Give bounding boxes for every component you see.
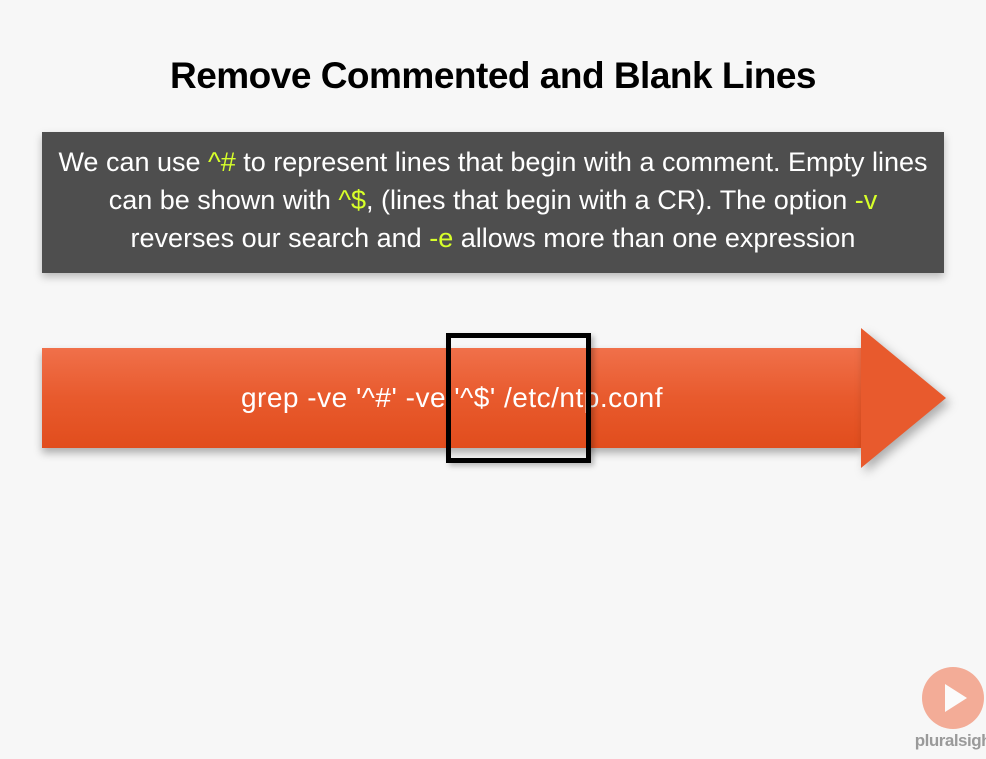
description-box: We can use ^# to represent lines that be… bbox=[42, 132, 944, 273]
desc-text-1: We can use bbox=[58, 147, 208, 177]
desc-highlight-2: ^$ bbox=[338, 185, 366, 215]
desc-highlight-1: ^# bbox=[208, 147, 236, 177]
command-arrow: grep -ve '^#' -ve '^$' /etc/ntp.conf bbox=[42, 328, 944, 468]
arrow-head-icon bbox=[861, 328, 946, 468]
highlight-rectangle bbox=[446, 333, 591, 463]
desc-highlight-3: -v bbox=[855, 185, 878, 215]
brand-text: pluralsigh bbox=[915, 731, 986, 751]
brand-logo: pluralsigh bbox=[915, 667, 986, 751]
desc-highlight-4: -e bbox=[429, 223, 453, 253]
desc-text-4: reverses our search and bbox=[131, 223, 430, 253]
play-circle-icon bbox=[922, 667, 984, 729]
slide-title: Remove Commented and Blank Lines bbox=[0, 0, 986, 97]
play-triangle-icon bbox=[945, 684, 967, 712]
desc-text-5: allows more than one expression bbox=[453, 223, 855, 253]
desc-text-3: , (lines that begin with a CR). The opti… bbox=[366, 185, 855, 215]
